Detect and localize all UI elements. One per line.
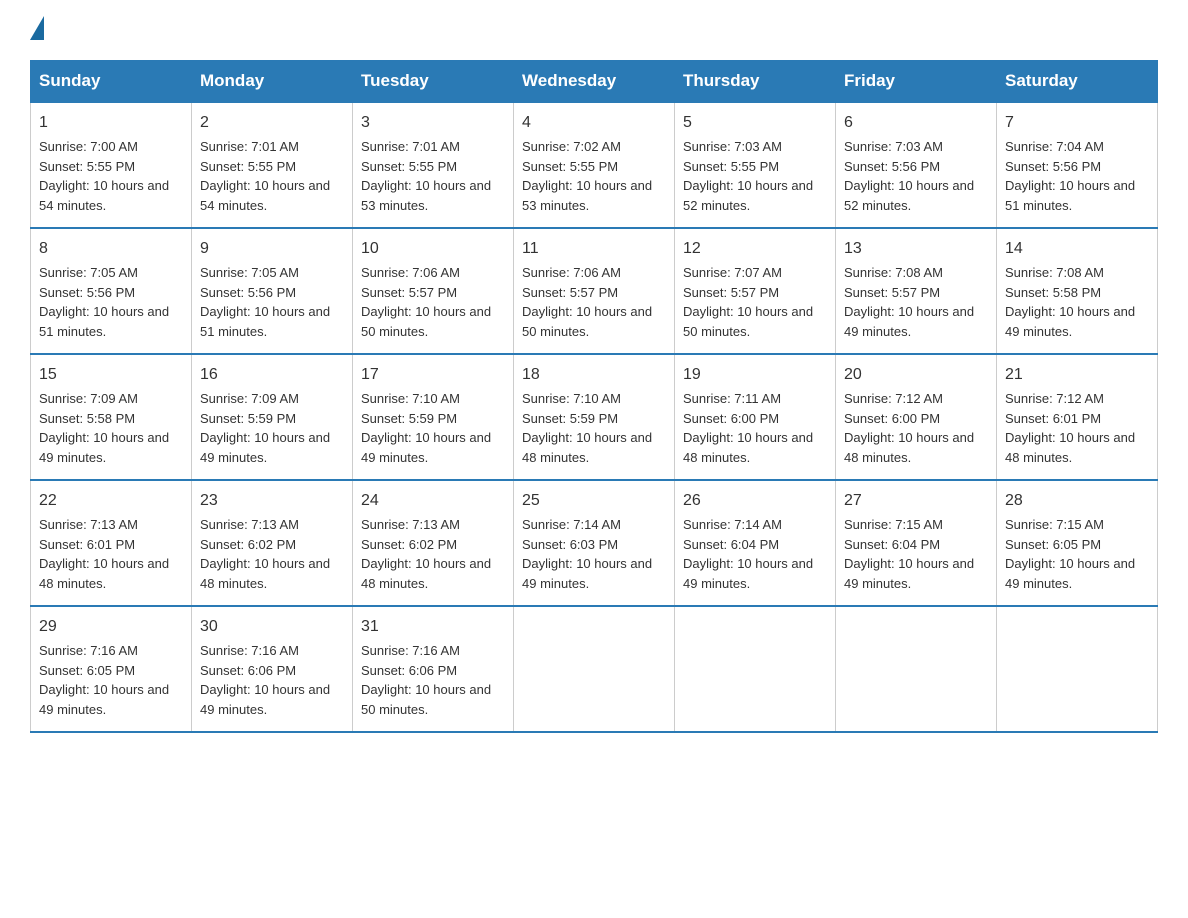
- day-number: 29: [39, 615, 183, 639]
- calendar-cell: 30Sunrise: 7:16 AMSunset: 6:06 PMDayligh…: [192, 606, 353, 732]
- calendar-cell: 9Sunrise: 7:05 AMSunset: 5:56 PMDaylight…: [192, 228, 353, 354]
- day-number: 17: [361, 363, 505, 387]
- calendar-cell: 27Sunrise: 7:15 AMSunset: 6:04 PMDayligh…: [836, 480, 997, 606]
- day-number: 4: [522, 111, 666, 135]
- day-number: 8: [39, 237, 183, 261]
- calendar-cell: [514, 606, 675, 732]
- day-of-week-header: Wednesday: [514, 61, 675, 103]
- calendar-cell: 2Sunrise: 7:01 AMSunset: 5:55 PMDaylight…: [192, 102, 353, 228]
- day-number: 19: [683, 363, 827, 387]
- day-number: 16: [200, 363, 344, 387]
- day-of-week-header: Monday: [192, 61, 353, 103]
- day-number: 25: [522, 489, 666, 513]
- day-number: 28: [1005, 489, 1149, 513]
- day-number: 26: [683, 489, 827, 513]
- calendar-cell: 22Sunrise: 7:13 AMSunset: 6:01 PMDayligh…: [31, 480, 192, 606]
- day-number: 23: [200, 489, 344, 513]
- calendar-cell: 19Sunrise: 7:11 AMSunset: 6:00 PMDayligh…: [675, 354, 836, 480]
- calendar-cell: 12Sunrise: 7:07 AMSunset: 5:57 PMDayligh…: [675, 228, 836, 354]
- day-number: 10: [361, 237, 505, 261]
- day-number: 9: [200, 237, 344, 261]
- calendar-cell: 25Sunrise: 7:14 AMSunset: 6:03 PMDayligh…: [514, 480, 675, 606]
- day-of-week-header: Thursday: [675, 61, 836, 103]
- calendar-cell: 20Sunrise: 7:12 AMSunset: 6:00 PMDayligh…: [836, 354, 997, 480]
- calendar-cell: 4Sunrise: 7:02 AMSunset: 5:55 PMDaylight…: [514, 102, 675, 228]
- day-of-week-header: Friday: [836, 61, 997, 103]
- day-number: 31: [361, 615, 505, 639]
- day-number: 13: [844, 237, 988, 261]
- day-of-week-header: Sunday: [31, 61, 192, 103]
- calendar-week-row: 1Sunrise: 7:00 AMSunset: 5:55 PMDaylight…: [31, 102, 1158, 228]
- logo-triangle-icon: [30, 16, 44, 40]
- calendar-cell: 15Sunrise: 7:09 AMSunset: 5:58 PMDayligh…: [31, 354, 192, 480]
- calendar-cell: 18Sunrise: 7:10 AMSunset: 5:59 PMDayligh…: [514, 354, 675, 480]
- calendar-table: SundayMondayTuesdayWednesdayThursdayFrid…: [30, 60, 1158, 733]
- calendar-cell: 5Sunrise: 7:03 AMSunset: 5:55 PMDaylight…: [675, 102, 836, 228]
- calendar-cell: 17Sunrise: 7:10 AMSunset: 5:59 PMDayligh…: [353, 354, 514, 480]
- day-number: 22: [39, 489, 183, 513]
- calendar-cell: 28Sunrise: 7:15 AMSunset: 6:05 PMDayligh…: [997, 480, 1158, 606]
- day-number: 18: [522, 363, 666, 387]
- calendar-cell: 13Sunrise: 7:08 AMSunset: 5:57 PMDayligh…: [836, 228, 997, 354]
- calendar-week-row: 29Sunrise: 7:16 AMSunset: 6:05 PMDayligh…: [31, 606, 1158, 732]
- day-number: 5: [683, 111, 827, 135]
- calendar-week-row: 15Sunrise: 7:09 AMSunset: 5:58 PMDayligh…: [31, 354, 1158, 480]
- day-of-week-header: Tuesday: [353, 61, 514, 103]
- calendar-week-row: 8Sunrise: 7:05 AMSunset: 5:56 PMDaylight…: [31, 228, 1158, 354]
- calendar-cell: [997, 606, 1158, 732]
- day-number: 14: [1005, 237, 1149, 261]
- day-number: 24: [361, 489, 505, 513]
- day-number: 15: [39, 363, 183, 387]
- day-number: 20: [844, 363, 988, 387]
- calendar-cell: 16Sunrise: 7:09 AMSunset: 5:59 PMDayligh…: [192, 354, 353, 480]
- calendar-cell: 1Sunrise: 7:00 AMSunset: 5:55 PMDaylight…: [31, 102, 192, 228]
- calendar-cell: 26Sunrise: 7:14 AMSunset: 6:04 PMDayligh…: [675, 480, 836, 606]
- day-number: 3: [361, 111, 505, 135]
- day-number: 30: [200, 615, 344, 639]
- calendar-week-row: 22Sunrise: 7:13 AMSunset: 6:01 PMDayligh…: [31, 480, 1158, 606]
- day-number: 27: [844, 489, 988, 513]
- day-number: 1: [39, 111, 183, 135]
- day-number: 2: [200, 111, 344, 135]
- calendar-cell: [675, 606, 836, 732]
- page-header: [30, 20, 1158, 40]
- calendar-cell: 23Sunrise: 7:13 AMSunset: 6:02 PMDayligh…: [192, 480, 353, 606]
- calendar-cell: 3Sunrise: 7:01 AMSunset: 5:55 PMDaylight…: [353, 102, 514, 228]
- day-number: 21: [1005, 363, 1149, 387]
- calendar-cell: [836, 606, 997, 732]
- calendar-cell: 6Sunrise: 7:03 AMSunset: 5:56 PMDaylight…: [836, 102, 997, 228]
- calendar-cell: 7Sunrise: 7:04 AMSunset: 5:56 PMDaylight…: [997, 102, 1158, 228]
- day-number: 7: [1005, 111, 1149, 135]
- day-number: 12: [683, 237, 827, 261]
- calendar-cell: 24Sunrise: 7:13 AMSunset: 6:02 PMDayligh…: [353, 480, 514, 606]
- calendar-cell: 29Sunrise: 7:16 AMSunset: 6:05 PMDayligh…: [31, 606, 192, 732]
- calendar-cell: 11Sunrise: 7:06 AMSunset: 5:57 PMDayligh…: [514, 228, 675, 354]
- day-number: 6: [844, 111, 988, 135]
- calendar-cell: 31Sunrise: 7:16 AMSunset: 6:06 PMDayligh…: [353, 606, 514, 732]
- calendar-cell: 21Sunrise: 7:12 AMSunset: 6:01 PMDayligh…: [997, 354, 1158, 480]
- calendar-cell: 14Sunrise: 7:08 AMSunset: 5:58 PMDayligh…: [997, 228, 1158, 354]
- day-of-week-header: Saturday: [997, 61, 1158, 103]
- calendar-cell: 10Sunrise: 7:06 AMSunset: 5:57 PMDayligh…: [353, 228, 514, 354]
- day-number: 11: [522, 237, 666, 261]
- calendar-cell: 8Sunrise: 7:05 AMSunset: 5:56 PMDaylight…: [31, 228, 192, 354]
- logo: [30, 20, 44, 40]
- calendar-header-row: SundayMondayTuesdayWednesdayThursdayFrid…: [31, 61, 1158, 103]
